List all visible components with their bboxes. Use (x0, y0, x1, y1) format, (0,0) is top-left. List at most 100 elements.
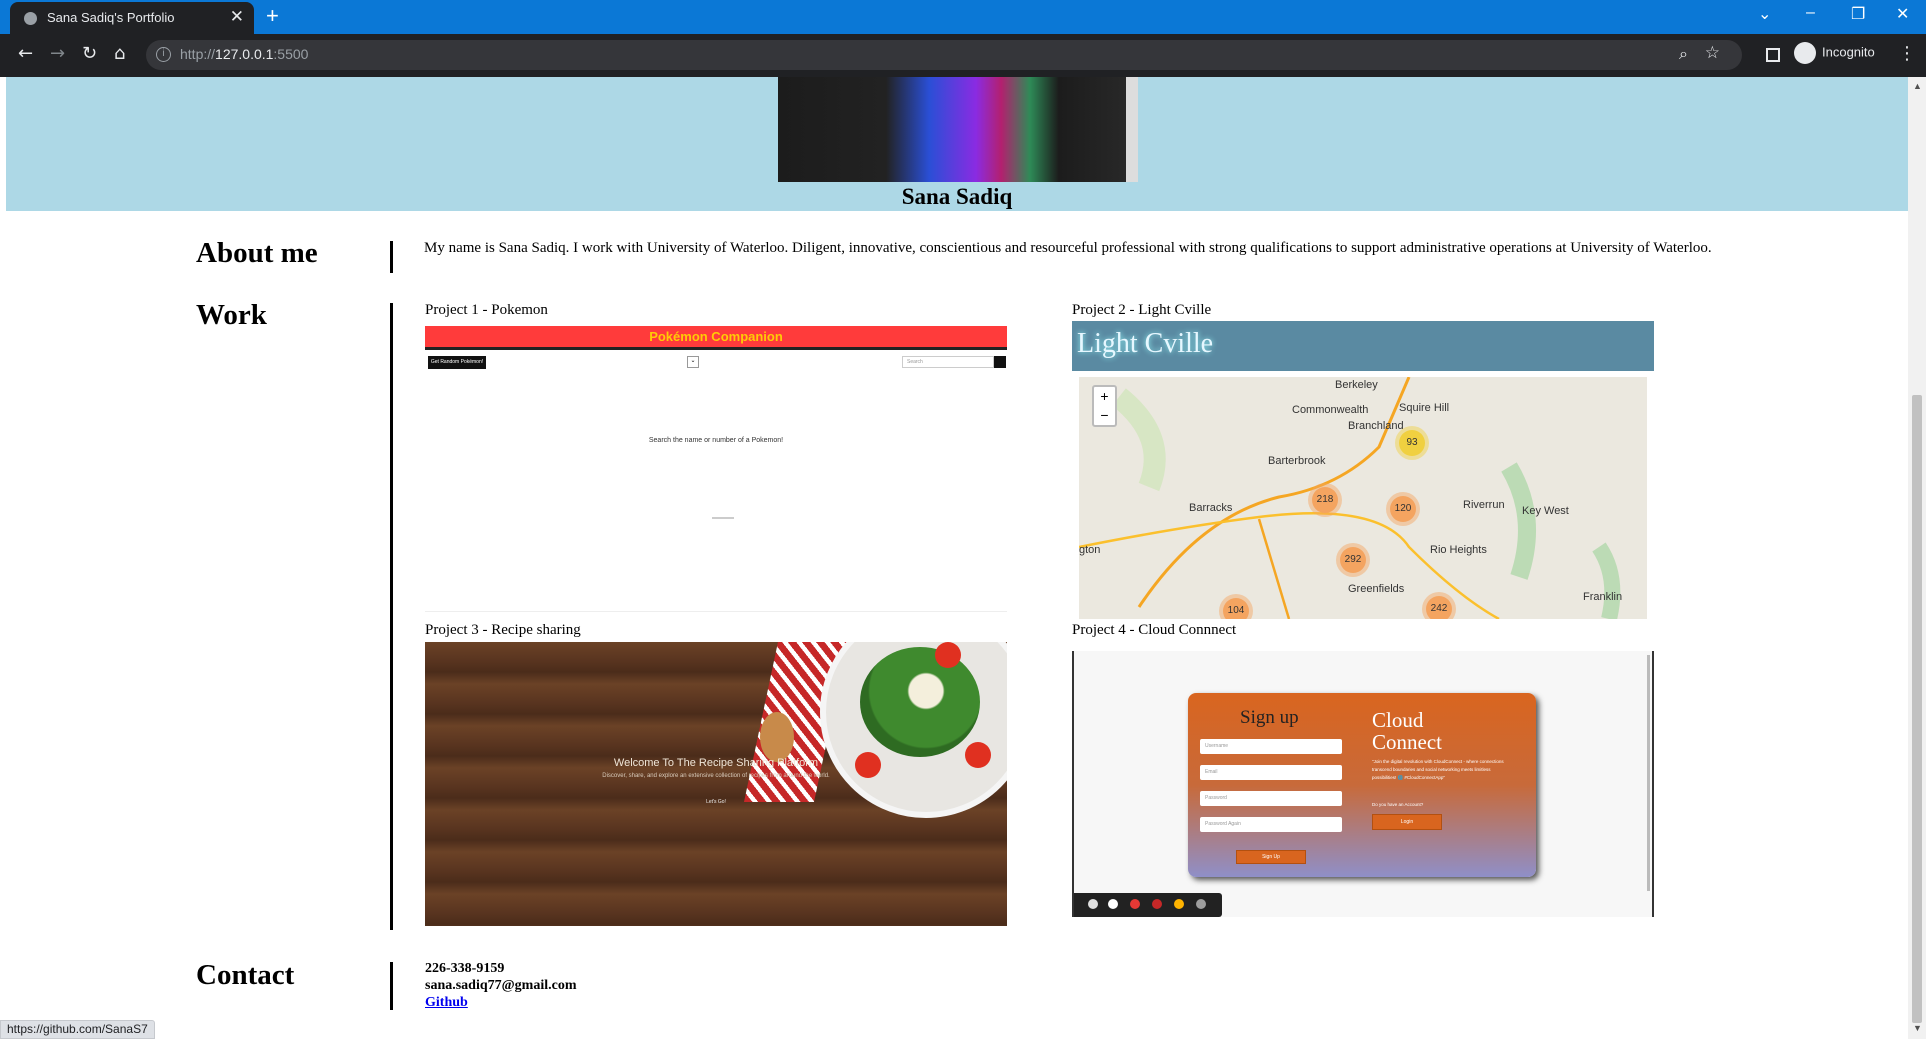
url-host: 127.0.0.1 (215, 46, 274, 62)
project-2-screenshot[interactable]: Light Cville + − Berkeley Commonwealth S… (1072, 321, 1654, 619)
map-place: Riverrun (1463, 499, 1505, 511)
map-place: Branchland (1348, 420, 1404, 432)
profile-name: Sana Sadiq (901, 184, 1013, 209)
browser-tab[interactable]: Sana Sadiq's Portfolio ✕ (10, 2, 254, 34)
restore-icon[interactable]: ❐ (1851, 4, 1865, 24)
project-1-screenshot[interactable]: Pokémon Companion Get Random Pokémon! ⌄ … (425, 326, 1007, 612)
signup-title: Sign up (1240, 707, 1299, 728)
reload-icon[interactable]: ↻ (82, 43, 97, 64)
signup-button: Sign Up (1236, 850, 1306, 864)
map-cluster: 242 (1426, 596, 1452, 619)
profile-label: Incognito (1822, 44, 1875, 60)
address-bar[interactable]: i http://127.0.0.1:5500 ⌕ ☆ (146, 40, 1742, 70)
account-question: Do you have an Account? (1372, 802, 1424, 807)
tab-search-icon[interactable]: ⌄ (1758, 4, 1771, 24)
scrollbar-thumb[interactable] (1912, 395, 1922, 1023)
contact-divider (390, 962, 393, 1010)
scroll-up-icon[interactable]: ▲ (1913, 81, 1922, 91)
map-zoom-out: − (1100, 407, 1109, 423)
home-icon[interactable]: ⌂ (114, 43, 125, 64)
pokemon-app-title: Pokémon Companion (425, 326, 1007, 350)
project-4-label: Project 4 - Cloud Connnect (1072, 622, 1237, 638)
map-place: Berkeley (1335, 379, 1378, 391)
brand-line-2: Connect (1372, 730, 1442, 754)
map-cluster: 218 (1312, 487, 1338, 513)
url-text[interactable]: http://127.0.0.1:5500 (180, 46, 308, 62)
github-link[interactable]: Github (425, 995, 468, 1011)
page-left-edge (0, 77, 6, 1039)
cloudconnect-card: Sign up Username Email Password Password… (1188, 693, 1536, 877)
pokemon-select: ⌄ (687, 356, 699, 368)
bookmark-star-icon[interactable]: ☆ (1705, 43, 1720, 63)
dock-icon (1174, 899, 1184, 909)
map-place: Franklin (1583, 591, 1623, 603)
tab-title: Sana Sadiq's Portfolio (47, 10, 175, 25)
project-3-screenshot[interactable]: Welcome To The Recipe Sharing Platform D… (425, 642, 1007, 926)
browser-toolbar: ← → ↻ ⌂ i http://127.0.0.1:5500 ⌕ ☆ Inco… (0, 34, 1926, 77)
tomato (935, 642, 961, 668)
minimize-icon[interactable]: – (1806, 4, 1815, 22)
wooden-spoon (760, 712, 794, 762)
project-4-screenshot[interactable]: Sign up Username Email Password Password… (1072, 651, 1654, 917)
map-zoom-control: + − (1092, 385, 1117, 427)
map-cluster: 104 (1223, 598, 1249, 619)
pokemon-placeholder-line (712, 517, 734, 519)
about-text: My name is Sana Sadiq. I work with Unive… (424, 240, 1712, 256)
map-cluster: 292 (1340, 547, 1366, 573)
project-2-label: Project 2 - Light Cville (1072, 302, 1212, 318)
map-place: Squire Hill (1399, 402, 1450, 414)
username-field: Username (1200, 739, 1342, 754)
page-viewport: Sana Sadiq About me My name is Sana Sadi… (0, 77, 1908, 1039)
recipe-welcome: Welcome To The Recipe Sharing Platform (613, 757, 819, 769)
menu-icon[interactable]: ⋮ (1898, 43, 1916, 64)
side-panel-icon[interactable] (1766, 48, 1780, 62)
about-divider (390, 241, 393, 273)
dock-icon (1130, 899, 1140, 909)
embedded-scrollbar (1647, 655, 1650, 891)
browser-tab-strip: Sana Sadiq's Portfolio ✕ + ⌄ – ❐ ✕ (0, 0, 1926, 34)
profile-photo-edge (1126, 77, 1138, 182)
url-port: :5500 (273, 46, 309, 62)
brand-line-1: Cloud (1372, 708, 1424, 732)
project-3-label: Project 3 - Recipe sharing (425, 622, 581, 638)
contact-phone: 226-338-9159 (425, 961, 505, 976)
map-place: Rio Heights (1430, 544, 1487, 556)
lightcville-map: + − Berkeley Commonwealth Squire Hill Br… (1079, 377, 1647, 619)
incognito-profile[interactable]: Incognito (1794, 42, 1875, 64)
contact-heading: Contact (196, 959, 295, 991)
dock-icon (1196, 899, 1206, 909)
status-bar-url: https://github.com/SanaS7 (0, 1020, 155, 1039)
dock-icon (1088, 899, 1098, 909)
dock-icon (1108, 899, 1118, 909)
cloudconnect-tagline: "Join the digital revolution with CloudC… (1372, 759, 1504, 780)
scroll-down-icon[interactable]: ▼ (1913, 1023, 1922, 1033)
map-place: Greenfields (1348, 583, 1405, 595)
map-cluster: 93 (1399, 430, 1425, 456)
recipe-cta: Let's Go! (706, 799, 726, 805)
capture-dock (1074, 893, 1222, 917)
close-window-icon[interactable]: ✕ (1896, 4, 1909, 24)
dock-icon (1152, 899, 1162, 909)
work-heading: Work (196, 299, 267, 331)
about-heading: About me (196, 237, 318, 269)
site-info-icon[interactable]: i (156, 47, 171, 62)
map-place: Barterbrook (1268, 455, 1326, 467)
map-place: gton (1079, 544, 1101, 556)
url-prefix: http:// (180, 46, 216, 62)
new-tab-button[interactable]: + (266, 3, 279, 29)
map-place: Commonwealth (1292, 404, 1369, 416)
pokemon-search-icon (994, 356, 1006, 368)
email-field: Email (1200, 765, 1342, 780)
page-scrollbar[interactable]: ▲ ▼ (1908, 77, 1926, 1039)
incognito-icon (1794, 42, 1816, 64)
password-again-field: Password Again (1200, 817, 1342, 832)
pokemon-hint: Search the name or number of a Pokemon! (648, 437, 784, 444)
pokemon-search-input: Search (902, 356, 994, 368)
forward-icon[interactable]: → (50, 43, 65, 64)
tab-close-icon[interactable]: ✕ (230, 7, 244, 27)
map-place: Key West (1522, 505, 1569, 517)
back-icon[interactable]: ← (18, 43, 33, 64)
zoom-icon[interactable]: ⌕ (1679, 44, 1688, 64)
work-divider (390, 303, 393, 930)
map-cluster: 120 (1390, 496, 1416, 522)
